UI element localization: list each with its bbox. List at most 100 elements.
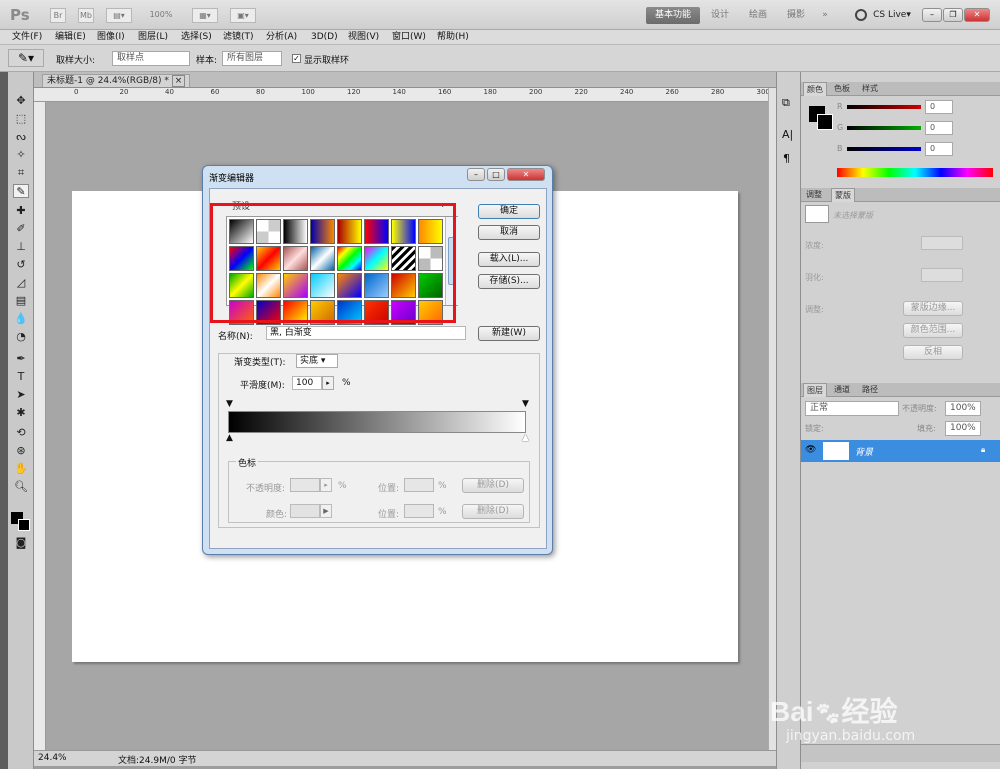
cs-live-icon[interactable] — [855, 9, 867, 21]
blend-mode-select[interactable]: 正常 — [805, 401, 899, 416]
restore-icon[interactable]: ❐ — [943, 8, 963, 22]
name-field[interactable]: 黑, 白渐变 — [266, 326, 466, 340]
menu-window[interactable]: 窗口(W) — [392, 30, 426, 45]
smoothness-stepper-icon[interactable]: ▸ — [322, 376, 334, 390]
tools-panel-grip[interactable] — [0, 72, 8, 769]
pen-tool-icon[interactable]: ✒ — [13, 352, 29, 366]
brush-tool-icon[interactable]: ✐ — [13, 222, 29, 236]
workspace-essentials[interactable]: 基本功能 — [646, 7, 700, 24]
cs-live-menu[interactable]: CS Live▾ — [870, 7, 914, 24]
quick-mask-icon[interactable]: ◙ — [13, 536, 29, 550]
3d-orbit-tool-icon[interactable]: ⊛ — [13, 444, 29, 458]
menu-view[interactable]: 视图(V) — [348, 30, 379, 45]
background-color-swatch[interactable] — [18, 519, 30, 531]
type-tool-icon[interactable]: T — [13, 370, 29, 384]
healing-brush-tool-icon[interactable]: ✚ — [13, 204, 29, 218]
menu-3d[interactable]: 3D(D) — [311, 30, 338, 45]
history-panel-icon[interactable]: ⧉ — [782, 96, 790, 110]
load-button[interactable]: 载入(L)... — [478, 252, 540, 267]
color-bg-swatch[interactable] — [817, 114, 833, 130]
menu-image[interactable]: 图像(I) — [97, 30, 125, 45]
character-panel-icon[interactable]: A| — [782, 128, 793, 141]
status-zoom[interactable]: 24.4% — [38, 753, 67, 763]
layer-row-background[interactable]: 👁︎ 背景 🔒︎ — [801, 440, 1000, 462]
gradient-bar[interactable] — [228, 411, 526, 433]
sample-select[interactable]: 所有图层 — [222, 51, 282, 66]
channel-slider[interactable] — [847, 105, 921, 109]
workspace-photography[interactable]: 摄影 — [782, 7, 810, 24]
opacity-stop-right-icon[interactable]: ▼ — [522, 399, 529, 409]
tab-paths[interactable]: 路径 — [859, 383, 881, 397]
paragraph-panel-icon[interactable]: ¶ — [783, 152, 790, 165]
save-button[interactable]: 存储(S)... — [478, 274, 540, 289]
arrange-documents-icon[interactable]: ▦▾ — [192, 8, 218, 23]
minimize-icon[interactable]: – — [922, 8, 942, 22]
screen-mode-icon[interactable]: ▣▾ — [230, 8, 256, 23]
dodge-tool-icon[interactable]: ◔ — [13, 330, 29, 344]
show-ring-checkbox[interactable]: ✓ — [292, 54, 301, 63]
shape-tool-icon[interactable]: ✱ — [13, 406, 29, 420]
bridge-icon[interactable]: Br — [50, 8, 66, 23]
tab-layers[interactable]: 图层 — [803, 383, 827, 397]
new-button[interactable]: 新建(W) — [478, 326, 540, 341]
layer-opacity-input[interactable]: 100% — [945, 401, 981, 416]
gradient-tool-icon[interactable]: ▤ — [13, 294, 29, 308]
channel-slider[interactable] — [847, 147, 921, 151]
move-tool-icon[interactable]: ✥ — [13, 94, 29, 108]
hand-tool-icon[interactable]: ✋ — [13, 462, 29, 476]
marquee-tool-icon[interactable]: ⬚ — [13, 112, 29, 126]
close-icon[interactable]: ✕ — [964, 8, 990, 22]
ok-button[interactable]: 确定 — [478, 204, 540, 219]
channel-value[interactable]: 0 — [925, 142, 953, 156]
document-close-icon[interactable]: × — [171, 75, 186, 87]
lasso-tool-icon[interactable]: ᔓ — [13, 130, 29, 144]
blur-tool-icon[interactable]: 💧 — [13, 312, 29, 326]
menu-select[interactable]: 选择(S) — [181, 30, 212, 45]
quick-select-tool-icon[interactable]: ✧ — [13, 148, 29, 162]
cancel-button[interactable]: 取消 — [478, 225, 540, 240]
tab-adjustments[interactable]: 调整 — [803, 188, 825, 202]
stop-color-swatch[interactable] — [290, 504, 320, 518]
eyedropper-tool-icon[interactable]: ✎ — [13, 184, 29, 198]
tab-masks[interactable]: 蒙版 — [831, 188, 855, 202]
path-select-tool-icon[interactable]: ➤ — [13, 388, 29, 402]
menu-layer[interactable]: 图层(L) — [138, 30, 168, 45]
more-workspaces-icon[interactable]: » — [815, 7, 835, 24]
3d-rotate-tool-icon[interactable]: ⟲ — [13, 426, 29, 440]
dialog-close-icon[interactable]: ✕ — [507, 168, 545, 181]
layer-visibility-icon[interactable]: 👁︎ — [805, 445, 816, 455]
vertical-scrollbar[interactable] — [768, 88, 776, 750]
menu-help[interactable]: 帮助(H) — [437, 30, 469, 45]
fill-input[interactable]: 100% — [945, 421, 981, 436]
history-brush-tool-icon[interactable]: ↺ — [13, 258, 29, 272]
eraser-tool-icon[interactable]: ◿ — [13, 276, 29, 290]
channel-value[interactable]: 0 — [925, 121, 953, 135]
minibridge-icon[interactable]: Mb — [78, 8, 94, 23]
opacity-field[interactable] — [290, 478, 320, 492]
dialog-minimize-icon[interactable]: – — [467, 168, 485, 181]
tab-styles[interactable]: 样式 — [859, 82, 881, 96]
smoothness-field[interactable]: 100 — [292, 376, 322, 390]
feather-input[interactable] — [921, 268, 963, 282]
tab-swatches[interactable]: 色板 — [831, 82, 853, 96]
workspace-design[interactable]: 设计 — [706, 7, 734, 24]
eyedropper-tool-preset-icon[interactable]: ✎▾ — [8, 49, 44, 67]
channel-slider[interactable] — [847, 126, 921, 130]
menu-edit[interactable]: 编辑(E) — [55, 30, 86, 45]
color-stop-right-icon[interactable]: ▲ — [522, 433, 529, 443]
document-tab[interactable]: 未标题-1 @ 24.4%(RGB/8) * × — [42, 74, 191, 87]
menu-analysis[interactable]: 分析(A) — [266, 30, 297, 45]
opacity-stepper-icon[interactable]: ▸ — [320, 478, 332, 492]
zoom-level[interactable]: 100% — [142, 8, 180, 23]
opacity-stop-left-icon[interactable]: ▼ — [226, 399, 233, 409]
invert-button[interactable]: 反相 — [903, 345, 963, 360]
tab-color[interactable]: 颜色 — [803, 82, 827, 96]
tab-channels[interactable]: 通道 — [831, 383, 853, 397]
clone-stamp-tool-icon[interactable]: ⊥ — [13, 240, 29, 254]
workspace-painting[interactable]: 绘画 — [744, 7, 772, 24]
opacity-location-field[interactable] — [404, 478, 434, 492]
stop-color-menu-icon[interactable]: ▶ — [320, 504, 332, 518]
color-spectrum-bar[interactable] — [837, 168, 993, 177]
sample-size-select[interactable]: 取样点 — [112, 51, 190, 66]
channel-value[interactable]: 0 — [925, 100, 953, 114]
